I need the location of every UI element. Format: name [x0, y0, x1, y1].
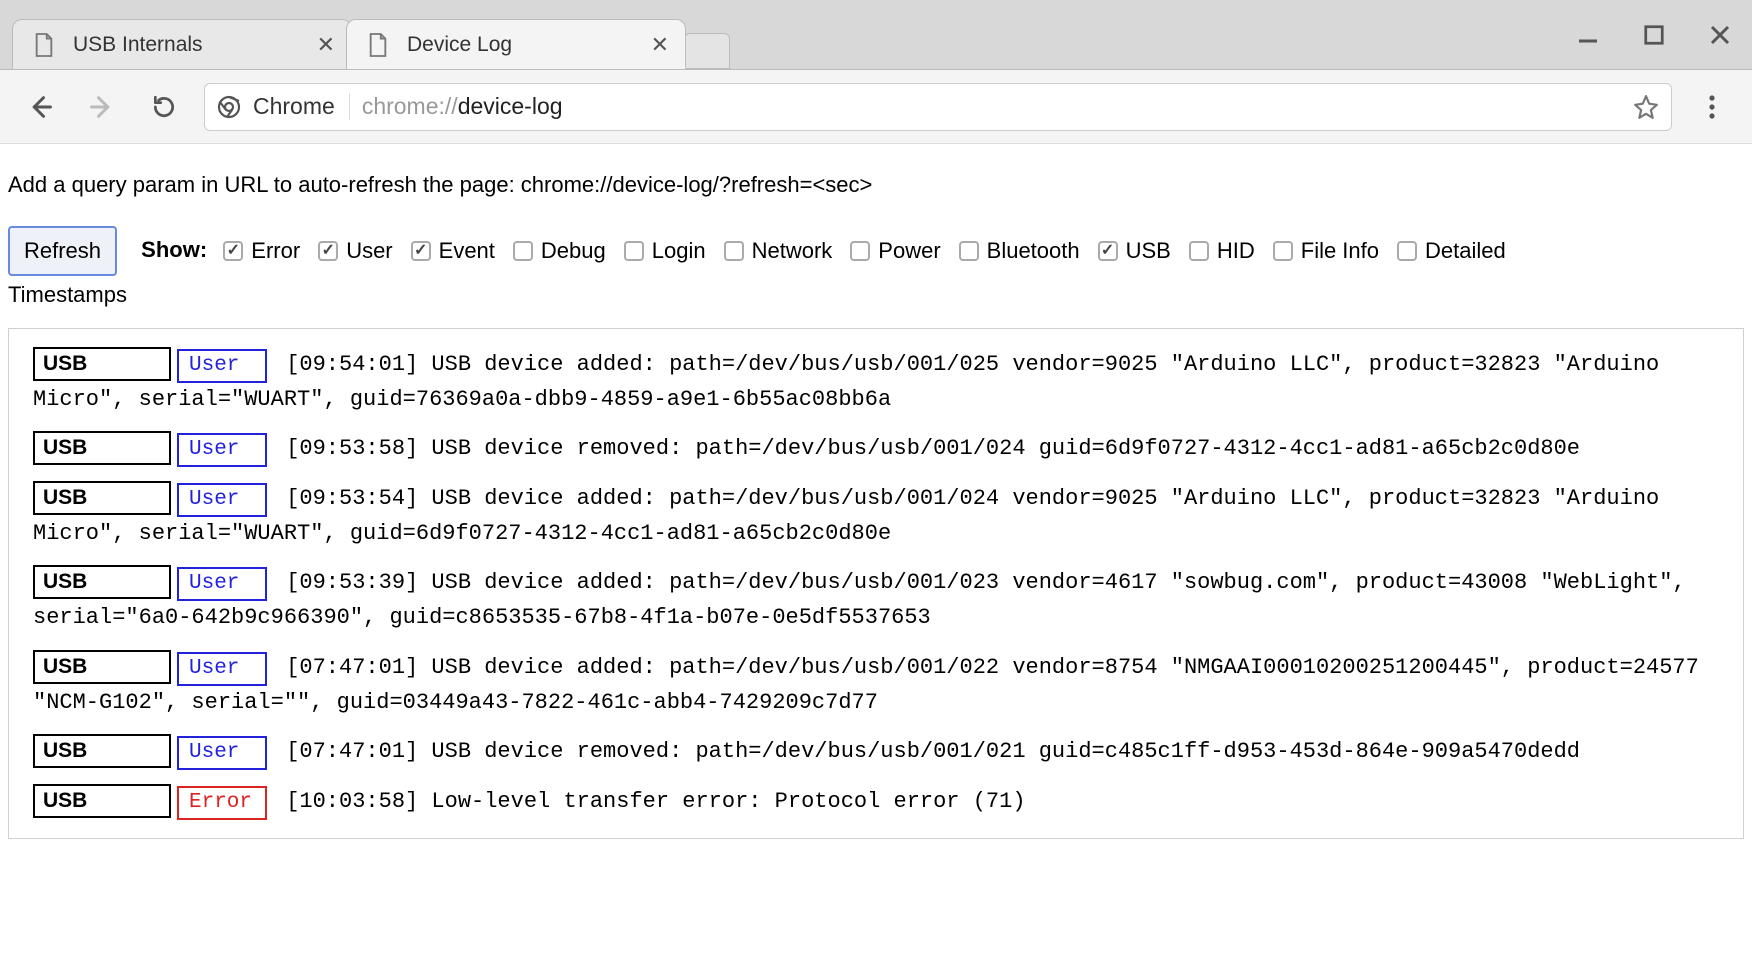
log-text: [09:53:39] USB device added: path=/dev/b… — [33, 570, 1686, 630]
log-text: [10:03:58] Low-level transfer error: Pro… — [273, 789, 1026, 814]
filter-checkbox[interactable] — [513, 241, 533, 261]
maximize-button[interactable] — [1640, 21, 1668, 49]
browser-tab[interactable]: Device Log ✕ — [346, 19, 686, 69]
filter-item[interactable]: Event — [411, 234, 495, 268]
close-window-button[interactable] — [1706, 21, 1734, 49]
log-text: [07:47:01] USB device added: path=/dev/b… — [33, 655, 1699, 715]
filter-label: Detailed — [1425, 234, 1506, 268]
filter-label: Error — [251, 234, 300, 268]
log-level-tag: User — [177, 483, 267, 517]
filter-item[interactable]: Network — [724, 234, 833, 268]
page-icon — [367, 32, 389, 58]
tab-title: Device Log — [407, 33, 512, 57]
filter-item[interactable]: User — [318, 234, 392, 268]
filter-label: Login — [652, 234, 706, 268]
log-type-tag: USB — [33, 650, 171, 684]
filter-checkbox[interactable] — [318, 241, 338, 261]
log-type-tag: USB — [33, 347, 171, 381]
log-type-tag: USB — [33, 431, 171, 465]
bookmark-star-icon[interactable] — [1633, 94, 1659, 120]
filter-item[interactable]: USB — [1098, 234, 1171, 268]
tab-strip: USB Internals ✕ Device Log ✕ — [12, 0, 680, 69]
filter-label: File Info — [1301, 234, 1379, 268]
filter-label: User — [346, 234, 392, 268]
log-type-tag: USB — [33, 565, 171, 599]
filter-item[interactable]: Power — [850, 234, 940, 268]
tab-title: USB Internals — [73, 33, 203, 57]
log-level-tag: Error — [177, 786, 267, 820]
log-level-tag: User — [177, 567, 267, 601]
log-text: [09:54:01] USB device added: path=/dev/b… — [33, 352, 1659, 412]
back-button[interactable] — [18, 85, 62, 129]
log-entry: USBUser [07:47:01] USB device added: pat… — [33, 650, 1719, 720]
filter-item[interactable]: File Info — [1273, 234, 1379, 268]
tab-strip-area: USB Internals ✕ Device Log ✕ — [0, 0, 1752, 70]
filter-checkbox[interactable] — [1189, 241, 1209, 261]
log-entry: USBError [10:03:58] Low-level transfer e… — [33, 784, 1719, 820]
filter-checkbox[interactable] — [1098, 241, 1118, 261]
log-entry: USBUser [09:54:01] USB device added: pat… — [33, 347, 1719, 417]
browser-toolbar: Chrome chrome://device-log — [0, 70, 1752, 144]
reload-button[interactable] — [142, 85, 186, 129]
page-icon — [33, 32, 55, 58]
url-prefix: chrome:// — [362, 93, 458, 119]
refresh-button[interactable]: Refresh — [8, 226, 117, 276]
log-text: [07:47:01] USB device removed: path=/dev… — [273, 739, 1580, 764]
log-text: [09:53:54] USB device added: path=/dev/b… — [33, 486, 1659, 546]
address-bar[interactable]: Chrome chrome://device-log — [204, 83, 1672, 131]
log-entry: USBUser [09:53:39] USB device added: pat… — [33, 565, 1719, 635]
filter-label: Bluetooth — [987, 234, 1080, 268]
filter-checkbox[interactable] — [850, 241, 870, 261]
filter-label: HID — [1217, 234, 1255, 268]
filter-checkbox[interactable] — [724, 241, 744, 261]
log-type-tag: USB — [33, 481, 171, 515]
new-tab-button[interactable] — [684, 33, 730, 69]
filter-item[interactable]: Debug — [513, 234, 606, 268]
chrome-scheme-icon — [217, 95, 241, 119]
log-entry: USBUser [09:53:58] USB device removed: p… — [33, 431, 1719, 467]
controls-row: Refresh Show: Error User Event Debug Login Ne… — [8, 226, 1744, 312]
log-entry: USBUser [09:53:54] USB device added: pat… — [33, 481, 1719, 551]
scheme-label: Chrome — [253, 93, 350, 120]
filter-item[interactable]: HID — [1189, 234, 1255, 268]
filter-checkbox[interactable] — [624, 241, 644, 261]
filter-item[interactable]: Error — [223, 234, 300, 268]
log-entry: USBUser [07:47:01] USB device removed: p… — [33, 734, 1719, 770]
filter-checkbox[interactable] — [959, 241, 979, 261]
filter-label: Network — [752, 234, 833, 268]
log-text: [09:53:58] USB device removed: path=/dev… — [273, 436, 1580, 461]
minimize-button[interactable] — [1574, 21, 1602, 49]
show-label: Show: — [141, 237, 207, 262]
log-level-tag: User — [177, 736, 267, 770]
filter-label: Event — [439, 234, 495, 268]
url-path: device-log — [458, 93, 563, 119]
url-text: chrome://device-log — [362, 93, 563, 120]
window-controls — [1574, 21, 1734, 49]
filter-checkbox[interactable] — [1397, 241, 1417, 261]
log-level-tag: User — [177, 652, 267, 686]
filter-item[interactable]: Login — [624, 234, 706, 268]
filter-label-line2: Timestamps — [8, 278, 1744, 312]
filter-item[interactable]: Bluetooth — [959, 234, 1080, 268]
tab-close-icon[interactable]: ✕ — [651, 34, 669, 56]
log-type-tag: USB — [33, 734, 171, 768]
browser-tab[interactable]: USB Internals ✕ — [12, 19, 352, 69]
filter-label: Power — [878, 234, 940, 268]
filter-checkbox[interactable] — [1273, 241, 1293, 261]
log-container: USBUser [09:54:01] USB device added: pat… — [8, 328, 1744, 838]
filter-checkbox[interactable] — [223, 241, 243, 261]
filter-label: USB — [1126, 234, 1171, 268]
log-level-tag: User — [177, 433, 267, 467]
log-level-tag: User — [177, 349, 267, 383]
filter-item[interactable]: Detailed — [1397, 234, 1506, 268]
filter-checkbox[interactable] — [411, 241, 431, 261]
tab-close-icon[interactable]: ✕ — [317, 34, 335, 56]
forward-button[interactable] — [80, 85, 124, 129]
auto-refresh-hint: Add a query param in URL to auto-refresh… — [8, 168, 1744, 202]
page-body: Add a query param in URL to auto-refresh… — [0, 144, 1752, 855]
browser-menu-button[interactable] — [1690, 85, 1734, 129]
filter-label: Debug — [541, 234, 606, 268]
log-type-tag: USB — [33, 784, 171, 818]
